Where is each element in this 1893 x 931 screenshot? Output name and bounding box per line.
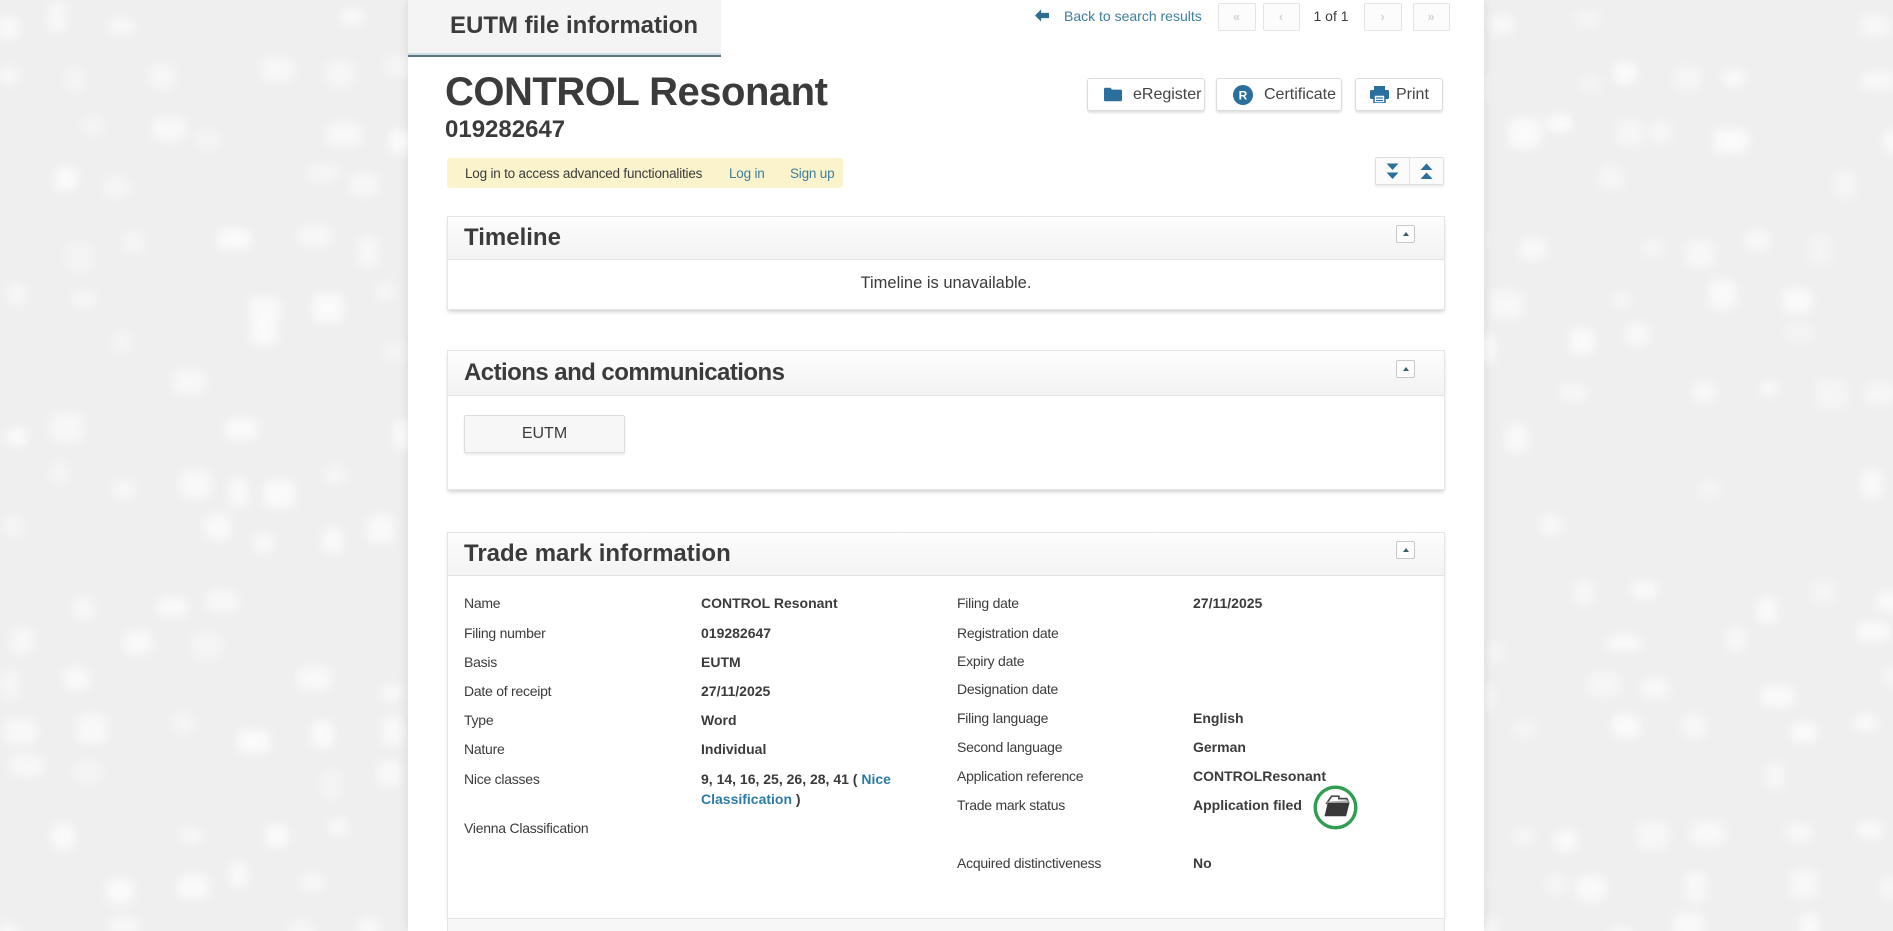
svg-text:R: R — [1239, 88, 1248, 102]
